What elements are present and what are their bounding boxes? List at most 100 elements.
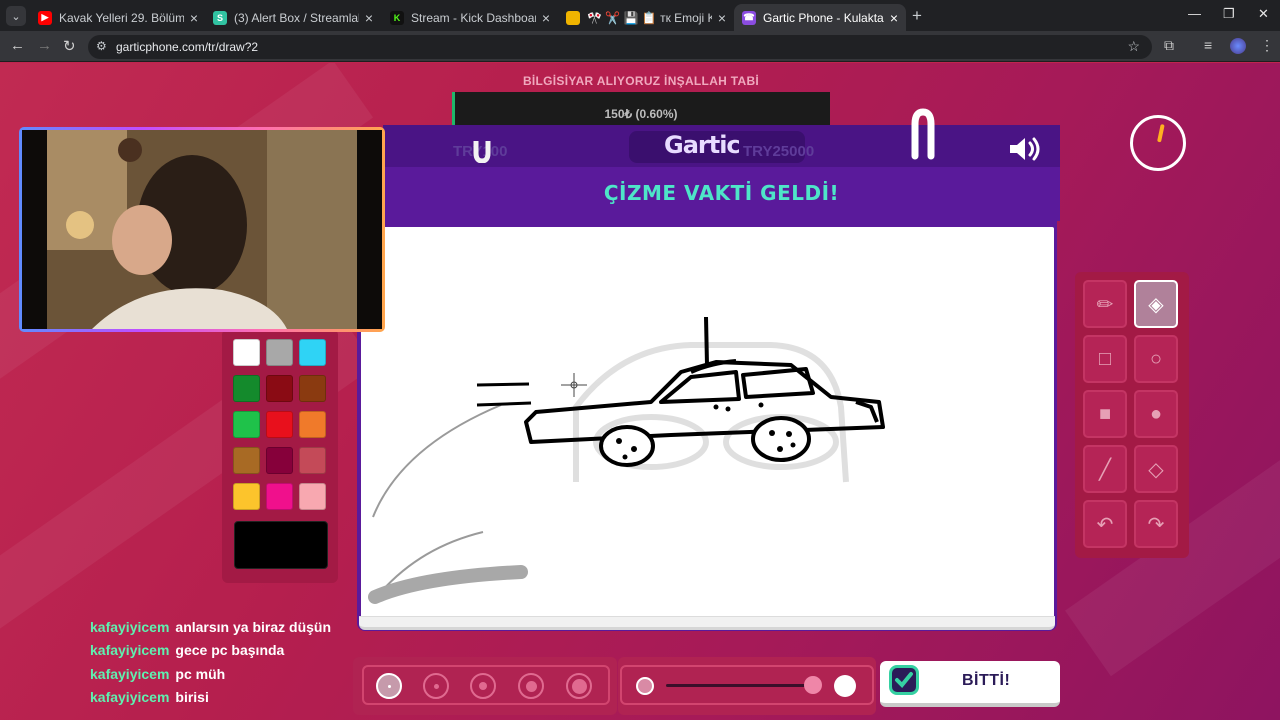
kick-icon: K [390,10,404,25]
extensions-icon[interactable]: ⧉ [1164,37,1174,54]
tab-gartic-phone[interactable]: ☎ Gartic Phone - Kulaktan Kulağa × [734,4,906,31]
color-swatch[interactable] [233,375,260,402]
line-tool-button[interactable]: ╱ [1083,445,1127,493]
close-icon[interactable]: × [365,10,373,26]
eraser-tool-button[interactable]: ◈ [1134,280,1178,328]
donation-goal-end: TRY25000 [743,143,815,160]
color-swatch[interactable] [299,339,326,366]
tool-panel: ✏ ◈ □ ○ ■ ● ╱ ◇ ↶ ↷ [1075,272,1189,558]
chat-username: kafayiyicem [90,619,170,635]
color-swatch[interactable] [266,411,293,438]
brush-size-1[interactable] [376,673,402,699]
redo-button[interactable]: ↷ [1134,500,1178,548]
drawing-strokes [368,316,885,604]
color-swatch[interactable] [266,447,293,474]
circle-outline-tool-button[interactable]: ○ [1134,335,1178,383]
color-swatch[interactable] [299,411,326,438]
omnibox[interactable]: ⚙ garticphone.com/tr/draw?2 ☆ [88,35,1152,59]
draw-prompt-title: ÇİZME VAKTİ GELDİ! [603,181,840,205]
color-swatch[interactable] [233,447,260,474]
chat-message: kafayiyicem gece pc başında [90,642,284,658]
color-swatch[interactable] [299,447,326,474]
tab-title: Kavak Yelleri 29. Bölüm - FULL I [59,10,184,25]
reload-icon[interactable]: ↻ [63,37,76,55]
eraser-icon: ◈ [1148,293,1164,316]
close-icon[interactable]: × [190,10,198,26]
back-icon[interactable]: ← [10,37,25,54]
square-fill-tool-button[interactable]: ■ [1083,390,1127,438]
brush-size-5[interactable] [566,673,592,699]
youtube-icon: ▶ [38,10,52,25]
new-tab-button[interactable]: + [912,6,922,26]
tab-title: Gartic Phone - Kulaktan Kulağa [763,10,884,25]
color-swatch[interactable] [233,483,260,510]
square-outline-icon: □ [1098,347,1112,370]
address-bar-row: ← → ↻ ⚙ garticphone.com/tr/draw?2 ☆ ⧉ ≡ … [0,31,1280,62]
chat-username: kafayiyicem [90,642,170,658]
fill-bucket-tool-button[interactable]: ◇ [1134,445,1178,493]
tab-alert-box[interactable]: S (3) Alert Box / Streamlabs × [205,4,381,31]
checkmark-icon [889,665,919,695]
volume-icon[interactable] [1008,135,1044,163]
color-swatch[interactable] [299,375,326,402]
crosshair-cursor-icon [561,373,587,397]
fill-bucket-icon: ◇ [1148,458,1164,481]
undo-icon: ↶ [1096,513,1114,536]
opacity-slider-track[interactable] [666,684,811,687]
gartic-logo: Gartic [664,131,741,159]
tab-strip: ⌄ ▶ Kavak Yelleri 29. Bölüm - FULL I × S… [0,0,1280,31]
bookmark-star-icon[interactable]: ☆ [1127,38,1140,55]
chat-message: kafayiyicem anlarsın ya biraz düşün [90,619,331,635]
streamlabs-icon: S [213,10,227,25]
round-timer [1130,115,1186,171]
chat-text: gece pc başında [175,642,285,658]
color-swatch[interactable] [299,483,326,510]
brush-size-2[interactable] [423,673,449,699]
tab-search-button[interactable]: ⌄ [6,6,26,26]
color-swatch[interactable] [266,339,293,366]
tab-kick-dashboard[interactable]: K Stream - Kick Dashboard × [382,4,558,31]
tab-kavak-yelleri[interactable]: ▶ Kavak Yelleri 29. Bölüm - FULL I × [30,4,206,31]
media-control-icon[interactable]: ≡ [1204,37,1212,53]
forward-icon[interactable]: → [37,37,52,54]
decorative-hook-icon [473,141,491,163]
decorative-hook-icon [911,108,935,160]
emoji-icon [566,10,580,25]
tab-emoji-klavye[interactable]: 🎌 ✂️ 💾 📋 тк Emoji Klavye: Tüm E × [558,4,734,31]
url-text[interactable]: garticphone.com/tr/draw?2 [116,40,258,54]
color-swatch[interactable] [266,375,293,402]
opacity-max-icon [834,675,856,697]
close-window-button[interactable]: ✕ [1258,6,1269,22]
tab-title: 🎌 ✂️ 💾 📋 тк Emoji Klavye: Tüm E [587,10,712,25]
color-swatch[interactable] [266,483,293,510]
speed-lines [476,382,532,407]
close-icon[interactable]: × [890,10,898,26]
brush-size-3[interactable] [470,673,496,699]
menu-kebab-icon[interactable]: ⋮ [1260,37,1274,54]
color-swatch[interactable] [233,339,260,366]
close-icon[interactable]: × [718,10,726,26]
done-button[interactable]: BİTTİ! [880,661,1060,707]
webcam-scene [22,130,382,329]
minimize-button[interactable]: — [1188,6,1201,21]
selected-color-swatch[interactable] [234,521,328,569]
close-icon[interactable]: × [542,10,550,26]
undo-button[interactable]: ↶ [1083,500,1127,548]
circle-fill-tool-button[interactable]: ● [1134,390,1178,438]
opacity-slider-group [620,665,874,705]
site-info-icon[interactable]: ⚙ [96,39,107,53]
canvas-bottom-edge [359,616,1055,630]
pencil-tool-button[interactable]: ✏ [1083,280,1127,328]
square-outline-tool-button[interactable]: □ [1083,335,1127,383]
brush-size-4[interactable] [518,673,544,699]
color-swatch[interactable] [233,411,260,438]
opacity-panel [618,657,876,715]
opacity-slider-thumb[interactable] [804,676,822,694]
drawing-canvas[interactable] [361,227,1054,627]
webcam-video [22,130,382,329]
donation-progress-text: 150₺ (0.60%) [604,107,678,121]
brush-size-group [362,665,610,705]
maximize-button[interactable]: ❐ [1223,6,1235,22]
profile-avatar[interactable] [1230,38,1246,54]
chat-username: kafayiyicem [90,689,170,705]
